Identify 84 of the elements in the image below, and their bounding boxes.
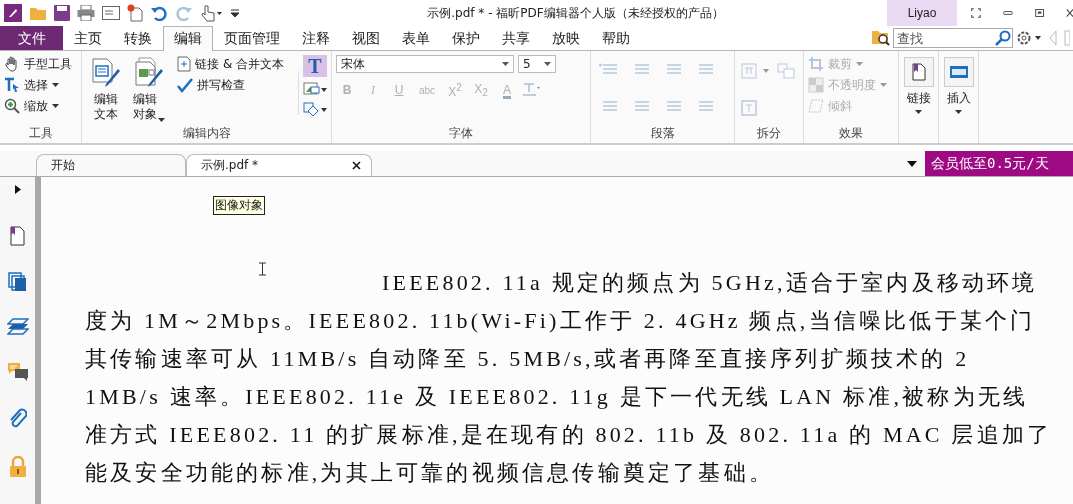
document-text-line: IEEE802. 11a 规定的频点为 5GHz,适合于室内及移动环境	[382, 269, 1038, 297]
caret-icon	[502, 62, 509, 66]
fullscreen-icon[interactable]	[971, 6, 981, 20]
hand-icon	[4, 56, 20, 72]
bookmark-document-icon	[911, 63, 926, 81]
menu-tab[interactable]: 保护	[441, 26, 491, 50]
app-logo-icon[interactable]	[4, 4, 22, 22]
close-icon[interactable]	[352, 161, 361, 170]
window-title: 示例.pdf * - 福昕PDF编辑器个人版（未经授权的产品）	[426, 4, 725, 22]
menu-tab[interactable]: 帮助	[591, 26, 641, 50]
document-text-line: 能及安全功能的标准,为其上可靠的视频信息传输奠定了基础。	[85, 459, 775, 487]
minimize-icon[interactable]	[1002, 10, 1013, 16]
expand-arrow-icon[interactable]	[14, 185, 21, 194]
font-name-select[interactable]: 宋体	[336, 55, 514, 73]
group-label: 拆分	[756, 125, 782, 142]
menu-tab[interactable]: 文件	[0, 26, 63, 50]
spell-check-icon	[177, 77, 194, 93]
font-size-select[interactable]: 5	[518, 55, 556, 73]
restore-icon[interactable]	[1034, 7, 1044, 19]
ribbon-big-button[interactable]: 编辑对象	[129, 55, 170, 125]
group-label: 编辑内容	[181, 125, 232, 142]
new-document-icon[interactable]	[127, 4, 143, 22]
layers-icon[interactable]	[6, 318, 29, 336]
pages-icon[interactable]	[8, 272, 27, 292]
document-tab[interactable]: 开始	[36, 154, 186, 176]
tool-button[interactable]: 缩放	[4, 97, 77, 115]
user-name[interactable]: Liyao	[887, 0, 957, 26]
document-icon	[177, 56, 192, 72]
text-cursor-icon	[4, 77, 20, 93]
folder-search-icon[interactable]	[872, 29, 890, 46]
menu-tab[interactable]: 注释	[291, 26, 341, 50]
hand-pointer-icon[interactable]	[200, 4, 224, 22]
caret-icon	[544, 62, 551, 66]
document-tab[interactable]: 示例.pdf *	[186, 154, 372, 176]
search-field[interactable]: 查找	[893, 28, 1013, 48]
menu-tab[interactable]: 共享	[491, 26, 541, 50]
lock-icon[interactable]	[8, 456, 27, 478]
caret-icon	[915, 110, 922, 114]
scanner-icon[interactable]	[102, 6, 120, 20]
tool-button[interactable]: 手型工具	[4, 55, 77, 73]
group-label: 段落	[649, 125, 676, 142]
print-icon[interactable]	[77, 5, 95, 21]
settings-icon[interactable]	[1016, 30, 1042, 46]
image-dropdown-icon[interactable]	[303, 81, 327, 97]
document-text-line: 度为 1M～2Mbps。IEEE802. 11b(Wi-Fi)工作于 2. 4GHz 频点,当信噪比低于某个门	[85, 307, 1036, 335]
tool-button[interactable]: 链接 & 合并文本	[177, 55, 294, 73]
undo-icon[interactable]	[150, 5, 168, 21]
tool-button[interactable]: 选择	[4, 76, 77, 94]
menu-tab[interactable]: 主页	[63, 26, 113, 50]
crop-icon	[808, 56, 824, 72]
menu-tab[interactable]: 视图	[341, 26, 391, 50]
document-text-line: 1MB/s 速率。IEEE802. 11e 及 IEEE802. 11g 是下一代无线 LAN 标准,被称为无线	[85, 383, 1029, 411]
tool-button[interactable]: 拼写检查	[177, 76, 294, 94]
document-text-line: 其传输速率可从 11MB/s 自动降至 5. 5MB/s,或者再降至直接序列扩频技术的 2	[85, 345, 970, 373]
group-label: 效果	[838, 125, 864, 142]
skew-icon	[808, 98, 824, 114]
menu-tab[interactable]: 放映	[541, 26, 591, 50]
shapes-dropdown-icon[interactable]	[303, 101, 327, 117]
menu-tab[interactable]: 页面管理	[213, 26, 291, 50]
menu-tab[interactable]: 转换	[113, 26, 163, 50]
zoom-in-icon	[4, 98, 20, 114]
text-tool-button[interactable]: T	[303, 55, 327, 77]
text-cursor-icon	[259, 262, 266, 276]
film-icon	[948, 65, 969, 79]
tooltip: 图像对象	[213, 196, 265, 215]
search-icon[interactable]	[995, 30, 1011, 46]
close-icon[interactable]	[1065, 7, 1073, 19]
save-icon[interactable]	[54, 5, 70, 21]
group-label: 字体	[448, 125, 474, 142]
edit-object-icon	[133, 57, 166, 89]
checker-icon	[808, 77, 824, 93]
menu-tab[interactable]: 编辑	[163, 26, 213, 51]
paperclip-icon[interactable]	[8, 408, 27, 430]
comments-icon[interactable]	[6, 362, 29, 382]
ribbon-big-button[interactable]: 编辑文本	[86, 55, 126, 125]
caret-icon	[955, 110, 962, 114]
tab-list-caret-icon[interactable]	[907, 161, 917, 167]
edit-text-icon	[89, 57, 122, 89]
customize-caret-icon[interactable]	[231, 8, 239, 18]
group-label: 工具	[27, 125, 54, 142]
promo-banner[interactable]: 会员低至0.5元/天	[925, 151, 1073, 176]
menu-tab[interactable]: 表单	[391, 26, 441, 50]
document-text-line: 准方式 IEEE802. 11 的扩展标准,是在现有的 802. 11b 及 802. 11a 的 MAC 层追加了	[85, 421, 1053, 449]
bookmark-icon[interactable]	[10, 226, 25, 246]
